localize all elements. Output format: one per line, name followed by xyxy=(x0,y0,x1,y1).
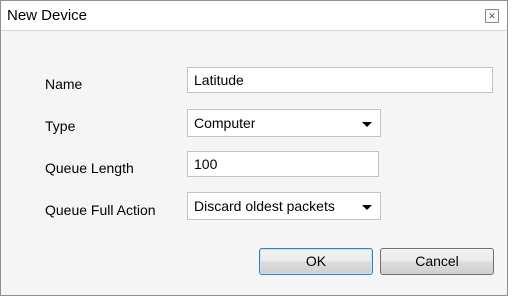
name-field[interactable]: Latitude xyxy=(187,67,493,93)
chevron-down-icon xyxy=(362,122,372,127)
close-icon: ✕ xyxy=(488,10,496,21)
close-button[interactable]: ✕ xyxy=(485,9,499,23)
new-device-dialog: New Device ✕ Name Latitude Type Computer… xyxy=(0,0,508,296)
queue-full-action-label: Queue Full Action xyxy=(45,202,156,218)
title-bar[interactable]: New Device ✕ xyxy=(1,1,507,31)
queue-full-action-select[interactable]: Discard oldest packets xyxy=(187,192,381,220)
queue-full-action-value: Discard oldest packets xyxy=(194,198,335,214)
name-field-value: Latitude xyxy=(194,72,244,88)
cancel-button[interactable]: Cancel xyxy=(380,248,494,275)
name-label: Name xyxy=(45,76,83,92)
queue-length-field[interactable]: 100 xyxy=(187,151,379,177)
ok-button[interactable]: OK xyxy=(259,248,373,275)
chevron-down-icon xyxy=(362,205,372,210)
queue-length-label: Queue Length xyxy=(45,160,134,176)
type-label: Type xyxy=(45,118,76,134)
type-select-value: Computer xyxy=(194,115,256,131)
queue-length-value: 100 xyxy=(194,156,218,172)
window-title: New Device xyxy=(7,7,88,24)
type-select[interactable]: Computer xyxy=(187,109,381,137)
